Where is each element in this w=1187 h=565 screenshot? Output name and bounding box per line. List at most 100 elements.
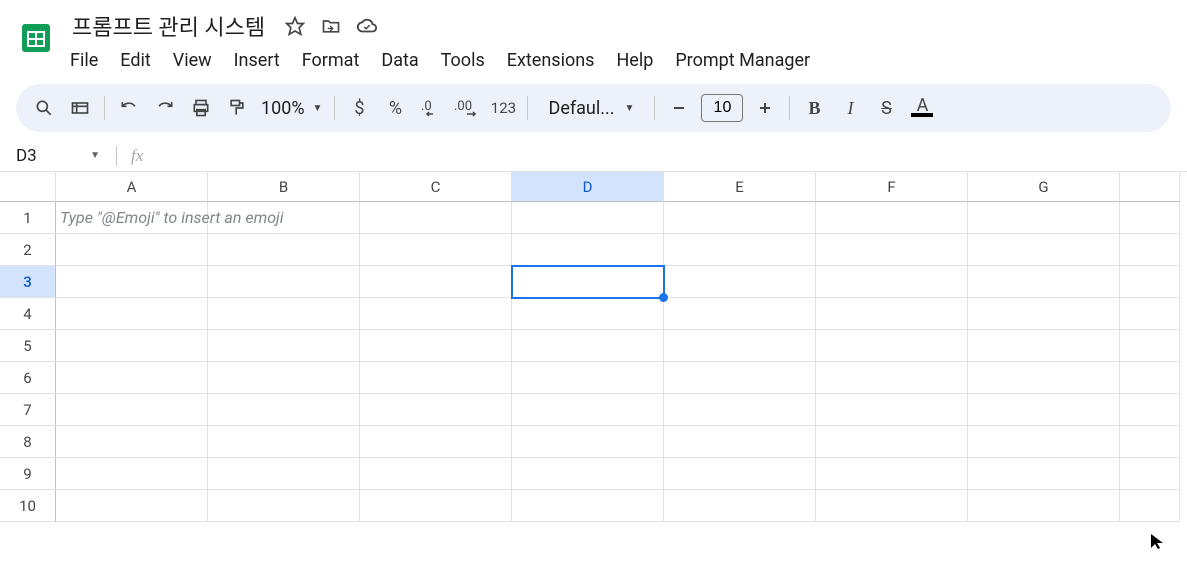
- cell-A7[interactable]: [56, 394, 208, 426]
- menu-prompt-manager[interactable]: Prompt Manager: [665, 46, 820, 75]
- cell-D7[interactable]: [512, 394, 664, 426]
- cell-tail-6[interactable]: [1120, 362, 1180, 394]
- menu-extensions[interactable]: Extensions: [497, 46, 605, 75]
- col-header-E[interactable]: E: [664, 172, 816, 202]
- menu-view[interactable]: View: [163, 46, 222, 75]
- sheets-logo[interactable]: [16, 12, 56, 64]
- cell-F8[interactable]: [816, 426, 968, 458]
- row-header-9[interactable]: 9: [0, 458, 56, 490]
- cell-F5[interactable]: [816, 330, 968, 362]
- cell-tail-3[interactable]: [1120, 266, 1180, 298]
- cell-G8[interactable]: [968, 426, 1120, 458]
- cell-C3[interactable]: [360, 266, 512, 298]
- cell-tail-8[interactable]: [1120, 426, 1180, 458]
- cell-E7[interactable]: [664, 394, 816, 426]
- col-header-C[interactable]: C: [360, 172, 512, 202]
- cell-E8[interactable]: [664, 426, 816, 458]
- cell-C2[interactable]: [360, 234, 512, 266]
- cell-A8[interactable]: [56, 426, 208, 458]
- sheet-menus-icon[interactable]: [64, 92, 96, 124]
- cell-A2[interactable]: [56, 234, 208, 266]
- col-header-F[interactable]: F: [816, 172, 968, 202]
- cell-C8[interactable]: [360, 426, 512, 458]
- cell-A5[interactable]: [56, 330, 208, 362]
- cell-C5[interactable]: [360, 330, 512, 362]
- cell-D10[interactable]: [512, 490, 664, 522]
- cell-G5[interactable]: [968, 330, 1120, 362]
- bold-button[interactable]: B: [798, 92, 830, 124]
- cell-tail-5[interactable]: [1120, 330, 1180, 362]
- cell-A3[interactable]: [56, 266, 208, 298]
- cell-F7[interactable]: [816, 394, 968, 426]
- cell-A10[interactable]: [56, 490, 208, 522]
- name-box[interactable]: D3 ▼: [8, 146, 108, 166]
- menu-format[interactable]: Format: [292, 46, 370, 75]
- row-header-3[interactable]: 3: [0, 266, 56, 298]
- cell-B7[interactable]: [208, 394, 360, 426]
- cell-F3[interactable]: [816, 266, 968, 298]
- cell-F6[interactable]: [816, 362, 968, 394]
- cell-G2[interactable]: [968, 234, 1120, 266]
- cell-E1[interactable]: [664, 202, 816, 234]
- decrease-decimal-button[interactable]: .0: [415, 92, 447, 124]
- cell-B5[interactable]: [208, 330, 360, 362]
- cell-C6[interactable]: [360, 362, 512, 394]
- cell-D1[interactable]: [512, 202, 664, 234]
- cell-E2[interactable]: [664, 234, 816, 266]
- cell-G4[interactable]: [968, 298, 1120, 330]
- cloud-status-icon[interactable]: [355, 14, 379, 38]
- menu-edit[interactable]: Edit: [110, 46, 160, 75]
- cell-G3[interactable]: [968, 266, 1120, 298]
- cell-tail-1[interactable]: [1120, 202, 1180, 234]
- cell-G7[interactable]: [968, 394, 1120, 426]
- cell-tail-7[interactable]: [1120, 394, 1180, 426]
- text-color-button[interactable]: A: [906, 92, 938, 124]
- cell-G9[interactable]: [968, 458, 1120, 490]
- move-folder-icon[interactable]: [319, 14, 343, 38]
- cell-B2[interactable]: [208, 234, 360, 266]
- row-header-1[interactable]: 1: [0, 202, 56, 234]
- row-header-7[interactable]: 7: [0, 394, 56, 426]
- cell-B9[interactable]: [208, 458, 360, 490]
- menu-data[interactable]: Data: [371, 46, 428, 75]
- menu-insert[interactable]: Insert: [224, 46, 290, 75]
- cell-B10[interactable]: [208, 490, 360, 522]
- cell-D3[interactable]: [512, 266, 664, 298]
- cell-E4[interactable]: [664, 298, 816, 330]
- cell-G10[interactable]: [968, 490, 1120, 522]
- star-icon[interactable]: [283, 14, 307, 38]
- cell-D9[interactable]: [512, 458, 664, 490]
- cell-F9[interactable]: [816, 458, 968, 490]
- formula-input[interactable]: [149, 140, 1187, 171]
- cell-tail-10[interactable]: [1120, 490, 1180, 522]
- paint-format-icon[interactable]: [221, 92, 253, 124]
- undo-icon[interactable]: [113, 92, 145, 124]
- cell-G6[interactable]: [968, 362, 1120, 394]
- row-header-2[interactable]: 2: [0, 234, 56, 266]
- doc-title[interactable]: 프롬프트 관리 시스템: [66, 9, 271, 43]
- cell-E10[interactable]: [664, 490, 816, 522]
- zoom-dropdown[interactable]: 100% ▼: [257, 92, 326, 124]
- strikethrough-button[interactable]: S: [870, 92, 902, 124]
- cell-D6[interactable]: [512, 362, 664, 394]
- cell-A6[interactable]: [56, 362, 208, 394]
- currency-button[interactable]: $: [343, 92, 375, 124]
- cell-B8[interactable]: [208, 426, 360, 458]
- search-icon[interactable]: [28, 92, 60, 124]
- cell-F4[interactable]: [816, 298, 968, 330]
- increase-decimal-button[interactable]: .00: [451, 92, 483, 124]
- menu-file[interactable]: File: [60, 46, 108, 75]
- cell-C9[interactable]: [360, 458, 512, 490]
- row-header-8[interactable]: 8: [0, 426, 56, 458]
- cell-E6[interactable]: [664, 362, 816, 394]
- cell-A4[interactable]: [56, 298, 208, 330]
- menu-tools[interactable]: Tools: [431, 46, 495, 75]
- col-header-B[interactable]: B: [208, 172, 360, 202]
- redo-icon[interactable]: [149, 92, 181, 124]
- cell-D5[interactable]: [512, 330, 664, 362]
- col-header-A[interactable]: A: [56, 172, 208, 202]
- col-header-G[interactable]: G: [968, 172, 1120, 202]
- font-dropdown[interactable]: Defaul... ▼: [536, 92, 646, 124]
- cell-F10[interactable]: [816, 490, 968, 522]
- cell-F2[interactable]: [816, 234, 968, 266]
